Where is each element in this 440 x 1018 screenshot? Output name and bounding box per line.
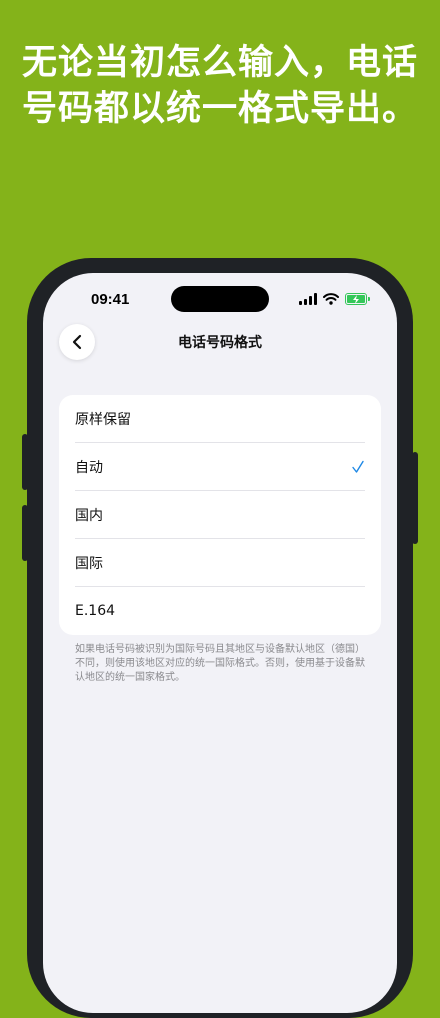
page-title: 电话号码格式 (178, 335, 262, 351)
side-button-action (22, 434, 28, 490)
option-auto[interactable]: 自动 (75, 443, 365, 491)
section-footnote: 如果电话号码被识别为国际号码且其地区与设备默认地区（德国）不同，则使用该地区对应… (75, 644, 365, 683)
checkmark-icon (352, 460, 364, 473)
option-domestic[interactable]: 国内 (75, 491, 365, 539)
cellular-signal-icon (299, 293, 317, 305)
dynamic-island (171, 286, 269, 312)
battery-charging-icon (345, 293, 370, 305)
marketing-headline: 无论当初怎么输入，电话号码都以统一格式导出。 (21, 43, 418, 129)
phone-screen: 09:41 电话号码格式 原样保留 自动 国内 国际 E.164 如果电话号码被… (43, 273, 397, 1013)
option-e164[interactable]: E.164 (75, 587, 365, 635)
side-button-volume (22, 505, 28, 561)
format-options-list: 原样保留 自动 国内 国际 E.164 (59, 395, 381, 635)
option-label: 国内 (75, 507, 103, 524)
option-label: 原样保留 (75, 411, 131, 428)
status-icons (299, 292, 370, 306)
option-label: E.164 (75, 603, 116, 619)
option-label: 国际 (75, 555, 103, 572)
option-label: 自动 (75, 459, 103, 476)
wifi-icon (323, 293, 339, 305)
status-time: 09:41 (91, 291, 130, 308)
side-button-power (412, 452, 418, 544)
option-international[interactable]: 国际 (75, 539, 365, 587)
option-keep-original[interactable]: 原样保留 (75, 395, 365, 443)
